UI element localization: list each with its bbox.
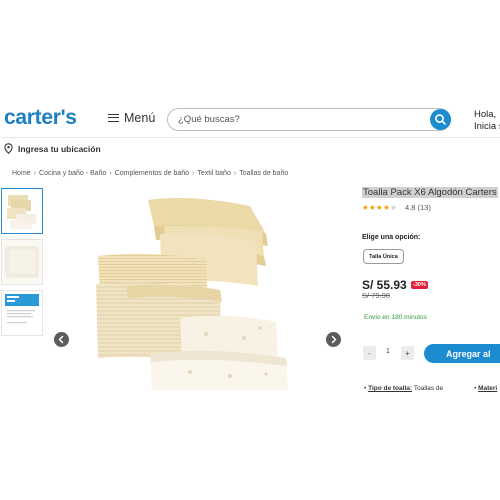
- chevron-right-icon: ›: [33, 170, 37, 177]
- breadcrumb-item[interactable]: Complementos de baño: [115, 170, 189, 177]
- towel-thumbnail-image: [7, 195, 36, 229]
- carters-logo[interactable]: carter's: [4, 106, 77, 130]
- quantity-value[interactable]: 1: [386, 348, 390, 355]
- star-icon: ★★★★: [362, 203, 391, 212]
- breadcrumb-item[interactable]: Textil baño: [197, 170, 230, 177]
- next-image-button[interactable]: [326, 332, 341, 347]
- thumbnail-2[interactable]: [1, 239, 43, 285]
- menu-button[interactable]: Menú: [108, 111, 155, 125]
- search-button[interactable]: [430, 109, 451, 130]
- login-link[interactable]: Inicia s: [474, 121, 500, 132]
- spec-key: Tipo de toalla:: [368, 385, 413, 392]
- location-label: Ingresa tu ubicación: [18, 143, 101, 154]
- header-divider: [0, 137, 500, 138]
- chevron-right-icon: ›: [109, 170, 112, 177]
- spec-key: Materi: [478, 385, 498, 392]
- towel-closeup-thumbnail-image: [2, 240, 42, 284]
- rating-summary[interactable]: 4.8 (13): [405, 203, 431, 212]
- size-option-button[interactable]: Talla Única: [363, 249, 404, 264]
- chevron-right-icon: ›: [233, 170, 237, 177]
- discount-badge: -30%: [411, 281, 428, 289]
- breadcrumb: Home › Cocina y baño - Baño › Complementos d…: [12, 170, 288, 177]
- chevron-right-icon: ›: [192, 170, 195, 177]
- greeting-line1[interactable]: Hola,: [474, 109, 496, 120]
- spec-material: • Materi: [474, 385, 497, 392]
- current-price: S/ 55.93: [362, 278, 407, 292]
- chevron-right-icon: [331, 335, 337, 344]
- spec-towel-type: • Tipo de toalla: Toallas de: [364, 385, 443, 392]
- prev-image-button[interactable]: [54, 332, 69, 347]
- search-input[interactable]: ¿Qué buscas?: [178, 114, 240, 125]
- menu-label: Menú: [124, 111, 156, 125]
- quantity-increase-button[interactable]: +: [401, 346, 414, 360]
- search-icon: [435, 114, 446, 125]
- old-price: S/ 79.90: [362, 291, 390, 300]
- location-selector[interactable]: Ingresa tu ubicación: [4, 143, 101, 154]
- quantity-decrease-button[interactable]: -: [363, 346, 376, 360]
- location-pin-icon: [4, 143, 13, 154]
- breadcrumb-item[interactable]: Home: [12, 170, 31, 177]
- main-product-image: [96, 198, 288, 390]
- shipping-info: Envío en 180 minutos: [364, 314, 427, 321]
- spec-value: Toallas de: [413, 385, 444, 392]
- breadcrumb-item[interactable]: Cocina y baño - Baño: [39, 170, 106, 177]
- care-info-thumbnail-image: [2, 291, 42, 335]
- hamburger-icon: [108, 114, 119, 122]
- chevron-left-icon: [58, 335, 64, 344]
- thumbnail-3[interactable]: [1, 290, 43, 336]
- thumbnail-1[interactable]: [1, 188, 43, 234]
- option-label: Elige una opción:: [362, 234, 421, 241]
- breadcrumb-item[interactable]: Toallas de baño: [239, 170, 288, 177]
- star-empty-icon: ★: [390, 203, 398, 212]
- add-to-cart-button[interactable]: Agregar al: [424, 344, 500, 363]
- product-title: Toalla Pack X6 Algodón Carters: [362, 187, 498, 198]
- rating-stars[interactable]: ★★★★★: [362, 203, 397, 212]
